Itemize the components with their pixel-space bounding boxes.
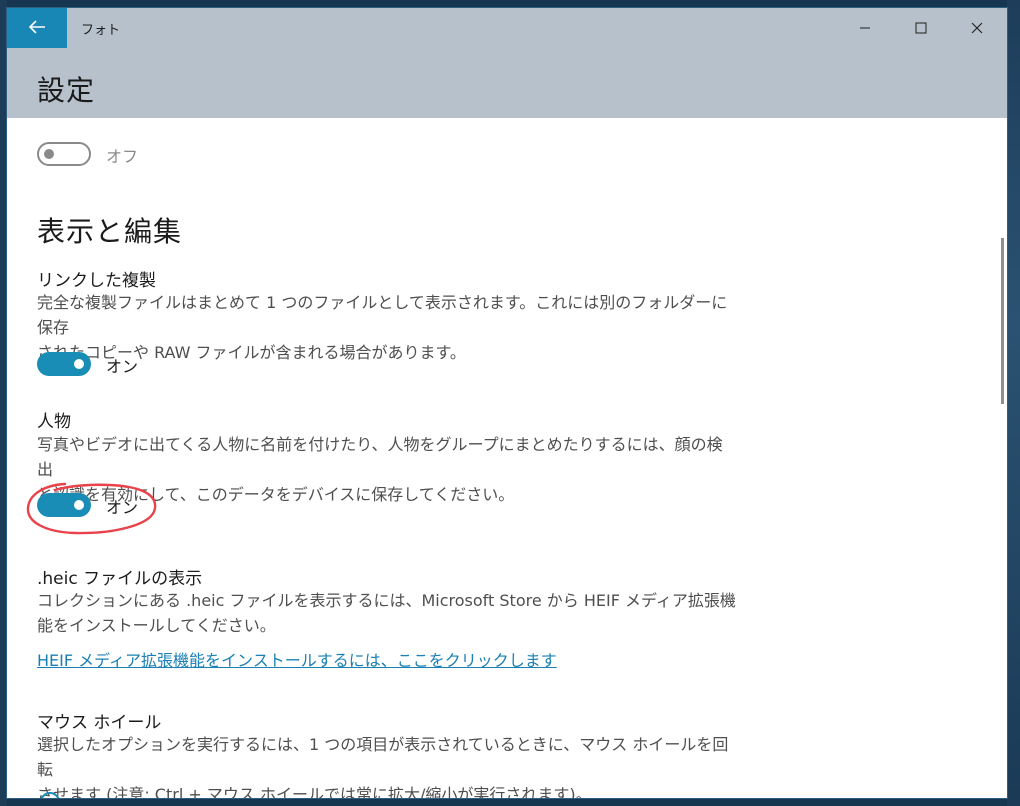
description-line: コレクションにある .heic ファイルを表示するには、Microsoft St…	[37, 591, 736, 610]
description-line: 写真やビデオに出てくる人物に名前を付けたり、人物をグループにまとめたりするには、…	[37, 435, 723, 479]
toggle-knob	[74, 500, 84, 510]
description-line: されたコピーや RAW ファイルが含まれる場合があります。	[37, 343, 466, 362]
linked-duplicates-title: リンクした複製	[37, 271, 156, 291]
people-title: 人物	[37, 412, 71, 432]
vertical-scrollbar[interactable]	[1001, 238, 1004, 404]
top-toggle-label: オフ	[106, 147, 139, 166]
linked-duplicates-toggle[interactable]	[37, 352, 91, 376]
description-line: 能をインストールしてください。	[37, 616, 276, 635]
people-description: 写真やビデオに出てくる人物に名前を付けたり、人物をグループにまとめたりするには、…	[37, 432, 737, 507]
mouse-wheel-description: 選択したオプションを実行するには、1 つの項目が表示されているときに、マウス ホ…	[37, 732, 737, 798]
top-toggle-switch[interactable]	[37, 142, 91, 166]
people-toggle-label: オン	[106, 498, 139, 517]
heic-display-title: .heic ファイルの表示	[37, 569, 203, 589]
section-heading: 表示と編集	[37, 215, 183, 248]
linked-duplicates-description: 完全な複製ファイルはまとめて 1 つのファイルとして表示されます。これには別のフ…	[37, 290, 737, 365]
heif-install-link[interactable]: HEIF メディア拡張機能をインストールするには、ここをクリックします	[37, 647, 557, 671]
close-icon	[971, 19, 983, 38]
maximize-button[interactable]	[893, 8, 949, 48]
desktop-edge-left	[0, 0, 7, 806]
toggle-knob	[44, 149, 54, 159]
photos-settings-window: フォト 設定 オフ 表示と編集 リンクした複製 完全な複製ファイルはまとめて 1…	[7, 8, 1007, 798]
maximize-icon	[915, 19, 927, 38]
back-button[interactable]	[7, 8, 67, 48]
people-toggle[interactable]	[37, 493, 91, 517]
linked-duplicates-toggle-label: オン	[106, 357, 139, 376]
description-line: 選択したオプションを実行するには、1 つの項目が表示されているときに、マウス ホ…	[37, 735, 729, 779]
heic-display-description: コレクションにある .heic ファイルを表示するには、Microsoft St…	[37, 588, 737, 638]
description-line: 完全な複製ファイルはまとめて 1 つのファイルとして表示されます。これには別のフ…	[37, 293, 728, 337]
close-button[interactable]	[949, 8, 1005, 48]
settings-header: 設定	[7, 48, 1007, 118]
description-line: と認識を有効にして、このデータをデバイスに保存してください。	[37, 485, 515, 504]
toggle-knob	[74, 359, 84, 369]
back-arrow-icon	[28, 19, 46, 38]
mouse-wheel-title: マウス ホイール	[37, 713, 162, 733]
page-title: 設定	[37, 74, 96, 107]
minimize-button[interactable]	[837, 8, 893, 48]
settings-content: オフ 表示と編集 リンクした複製 完全な複製ファイルはまとめて 1 つのファイル…	[7, 118, 1007, 798]
app-title: フォト	[81, 23, 121, 38]
desktop-edge-right	[1007, 0, 1020, 806]
description-line: させます (注意: Ctrl + マウス ホイールでは常に拡大/縮小が実行されま…	[37, 785, 592, 798]
title-bar: フォト	[7, 8, 1007, 48]
minimize-icon	[859, 19, 871, 38]
